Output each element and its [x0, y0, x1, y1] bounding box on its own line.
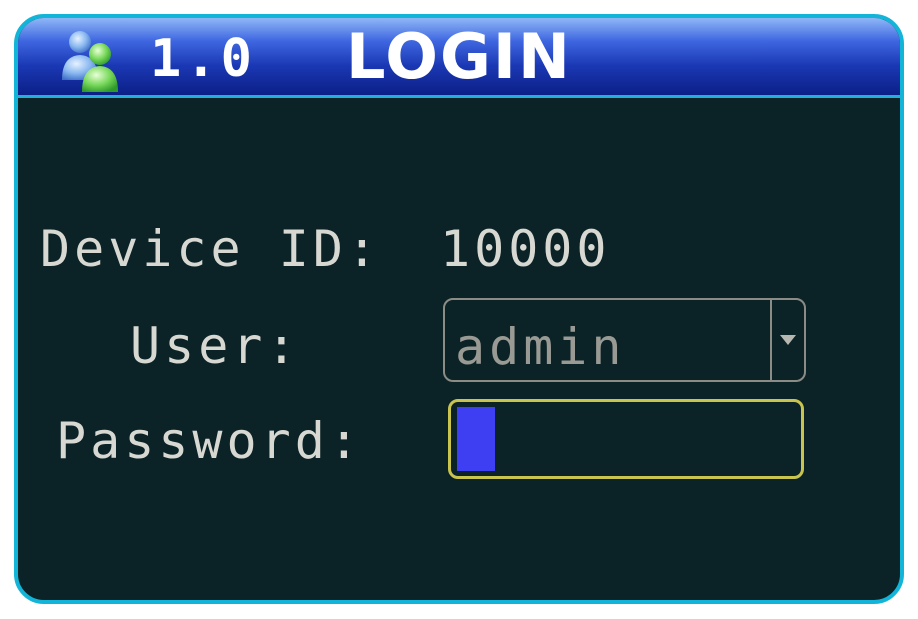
text-cursor — [457, 407, 495, 471]
device-id-label: Device ID: — [40, 220, 382, 278]
login-dialog: 1.0 LOGIN Device ID: 10000 User: admin P… — [14, 14, 904, 604]
users-icon — [58, 28, 122, 92]
password-field[interactable] — [448, 399, 804, 479]
user-dropdown-button[interactable] — [770, 300, 804, 380]
device-id-value: 10000 — [440, 220, 611, 278]
user-select[interactable]: admin — [443, 298, 806, 382]
password-label: Password: — [56, 412, 363, 470]
user-select-value: admin — [455, 318, 626, 376]
title-bar: 1.0 LOGIN — [18, 18, 900, 98]
chevron-down-icon — [780, 335, 796, 345]
user-label: User: — [130, 317, 301, 375]
dialog-title: LOGIN — [346, 20, 572, 93]
version-number: 1.0 — [150, 29, 256, 89]
